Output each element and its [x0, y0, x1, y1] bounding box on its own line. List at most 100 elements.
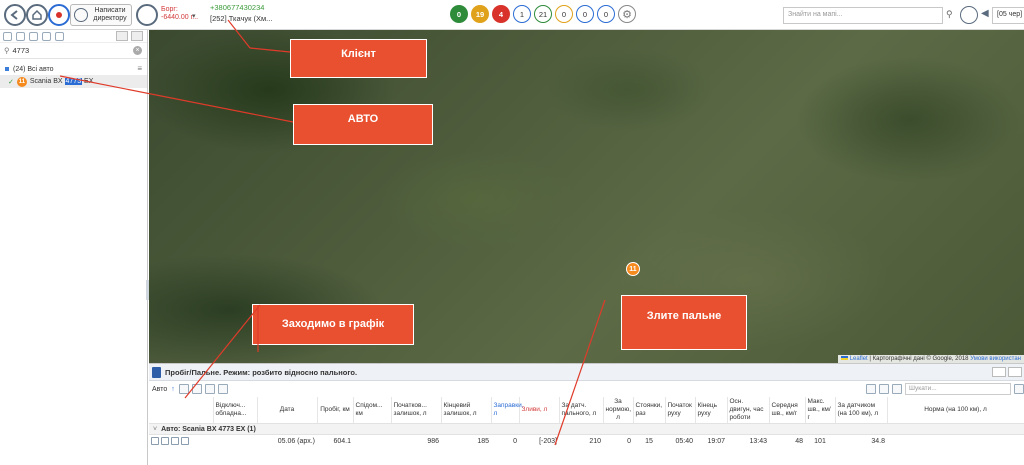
vehicle-list-item[interactable]: ✓ 11 Scania BX 4773 EX [0, 75, 147, 88]
cell-norm-per100 [887, 435, 1024, 447]
cell-end-fuel: 185 [477, 437, 489, 445]
status-badge[interactable]: 0 [555, 5, 573, 23]
status-badge[interactable]: 4 [492, 5, 510, 23]
col-header[interactable]: Осн. двигун, час роботи [727, 397, 770, 423]
clock-icon[interactable] [960, 6, 978, 24]
status-badge[interactable]: 0 [597, 5, 615, 23]
terms-link[interactable]: Умови використан [970, 356, 1021, 362]
document-icon[interactable] [171, 437, 179, 445]
expand-icon[interactable] [3, 31, 12, 41]
report-search-input[interactable]: Шукати... [905, 383, 1011, 395]
search-icon[interactable] [151, 437, 159, 445]
col-header[interactable]: Стоянки, раз [633, 397, 666, 423]
col-header[interactable]: Початок руху [665, 397, 696, 423]
cell-stops: 15 [645, 437, 653, 445]
vehicle-marker[interactable]: 11 [626, 262, 640, 276]
filter-icon[interactable] [29, 31, 38, 41]
col-header[interactable]: Норма (на 100 км), л [887, 397, 1024, 423]
maximize-icon[interactable] [1008, 367, 1022, 377]
cell-sensor-per100: 34.8 [871, 437, 885, 445]
callout-fuel: Злите пальне [621, 295, 747, 350]
print-icon[interactable] [217, 384, 228, 394]
pdf-icon[interactable] [204, 384, 215, 394]
table-group-row[interactable]: ˅ Авто: Scania BX 4773 EX (1) [149, 423, 1024, 435]
fuel-icon [152, 366, 161, 378]
col-header[interactable]: Дата [257, 397, 318, 423]
chart-icon[interactable] [161, 437, 169, 445]
col-header[interactable]: Кінцевий залишок, л [441, 397, 492, 423]
previous-day-button[interactable]: ◀ [981, 8, 989, 19]
cell-engine-time: 13:43 [749, 437, 767, 445]
sort-icon[interactable]: ↑ [171, 386, 175, 393]
cell-drain[interactable]: [-203] [519, 435, 559, 447]
col-actions [149, 397, 214, 423]
vehicle-search-value: 4773 [12, 46, 30, 55]
col-header[interactable]: За нормою, л [603, 397, 634, 423]
zoom-icon[interactable] [42, 31, 51, 41]
status-badge[interactable]: 21 [534, 5, 552, 23]
home-button[interactable] [26, 4, 48, 26]
balance-icon[interactable] [136, 4, 158, 26]
cell-move-start: 05:40 [675, 437, 693, 445]
map-view[interactable]: 11 Клієнт АВТО Заходимо в графік Злите п… [149, 30, 1024, 363]
col-header[interactable]: Відключ... обладна... [213, 397, 258, 423]
gear-icon[interactable]: ⚙ [618, 5, 636, 23]
col-header[interactable]: Макс. шв., км/г [805, 397, 836, 423]
refresh-icon[interactable] [1014, 384, 1024, 394]
back-button[interactable] [4, 4, 26, 26]
col-header[interactable]: Спідом... км [353, 397, 392, 423]
client-name[interactable]: [252] Ткачук (Хм... [210, 14, 272, 23]
printer-icon[interactable] [892, 384, 902, 394]
row-actions [149, 435, 213, 447]
table-row[interactable]: 05.06 (арх.) 604.1 986 185 0 [-203] 210 … [149, 435, 1024, 447]
vehicle-group[interactable]: (24) Всі авто ≡ [0, 63, 147, 75]
client-phone[interactable]: +380677430234 [210, 3, 264, 12]
vehicle-search-input[interactable]: ⚲ 4773 × [0, 43, 147, 59]
arrow-left-icon [10, 10, 18, 20]
cell-date: 05.06 (арх.) [277, 437, 315, 445]
excel-icon[interactable] [191, 384, 202, 394]
col-header[interactable]: Середня шв., км/г [769, 397, 806, 423]
report-toolbar: Авто ↑ Шукати... [149, 381, 1024, 397]
col-header[interactable]: Заправки, л [491, 397, 524, 423]
collapse-panel-icon[interactable] [131, 31, 143, 41]
restore-icon[interactable] [992, 367, 1006, 377]
group-row-label: Авто: Scania BX 4773 EX (1) [161, 425, 256, 433]
status-badge[interactable]: 0 [576, 5, 594, 23]
status-badge[interactable]: 1 [513, 5, 531, 23]
map-search-input[interactable]: Знайти на мапі... [783, 7, 943, 24]
map-pin-icon[interactable] [181, 437, 189, 445]
clear-search-icon[interactable]: × [133, 46, 142, 55]
menu-icon[interactable]: ≡ [137, 64, 142, 73]
callout-avto: АВТО [293, 104, 433, 145]
export-icon[interactable] [178, 384, 189, 394]
top-toolbar: Написати директору Борг: -6440.00 г... ▾… [0, 0, 1024, 30]
leaflet-link[interactable]: Leaflet [850, 356, 868, 362]
chevron-down-icon[interactable]: ˅ [153, 426, 157, 433]
col-header[interactable]: Кінець руху [695, 397, 728, 423]
list-icon[interactable] [16, 31, 25, 41]
notifications-button[interactable] [48, 4, 70, 26]
chevron-down-icon[interactable]: ▾ [192, 12, 196, 20]
chart-icon[interactable] [866, 384, 876, 394]
grid-icon[interactable] [879, 384, 889, 394]
table-header: Відключ... обладна... Дата Пробіг, км Сп… [149, 397, 1024, 423]
window-buttons [992, 367, 1022, 377]
cell-move-end: 19:07 [707, 437, 725, 445]
write-director-button[interactable]: Написати директору [70, 4, 132, 26]
checkbox-icon[interactable]: ✓ [8, 78, 14, 86]
vehicle-list-panel: ⚲ 4773 × (24) Всі авто ≡ ✓ 11 Scania BX … [0, 30, 148, 465]
cell-refuel[interactable]: 0 [491, 435, 519, 447]
col-header[interactable]: Початков... залишок, л [391, 397, 442, 423]
status-badge[interactable]: 0 [450, 5, 468, 23]
col-header[interactable]: Пробіг, км [317, 397, 354, 423]
col-header[interactable]: За датчиком (на 100 км), л [835, 397, 888, 423]
col-header[interactable]: Зливи, л [519, 397, 560, 423]
search-toggle-icon[interactable] [116, 31, 128, 41]
vehicle-badge: 11 [16, 76, 27, 87]
minus-icon[interactable] [55, 31, 64, 41]
date-field[interactable]: [05 чер] [992, 7, 1024, 24]
col-header[interactable]: За датч. пального, л [559, 397, 604, 423]
status-badge[interactable]: 19 [471, 5, 489, 23]
search-icon[interactable]: ⚲ [946, 9, 953, 20]
